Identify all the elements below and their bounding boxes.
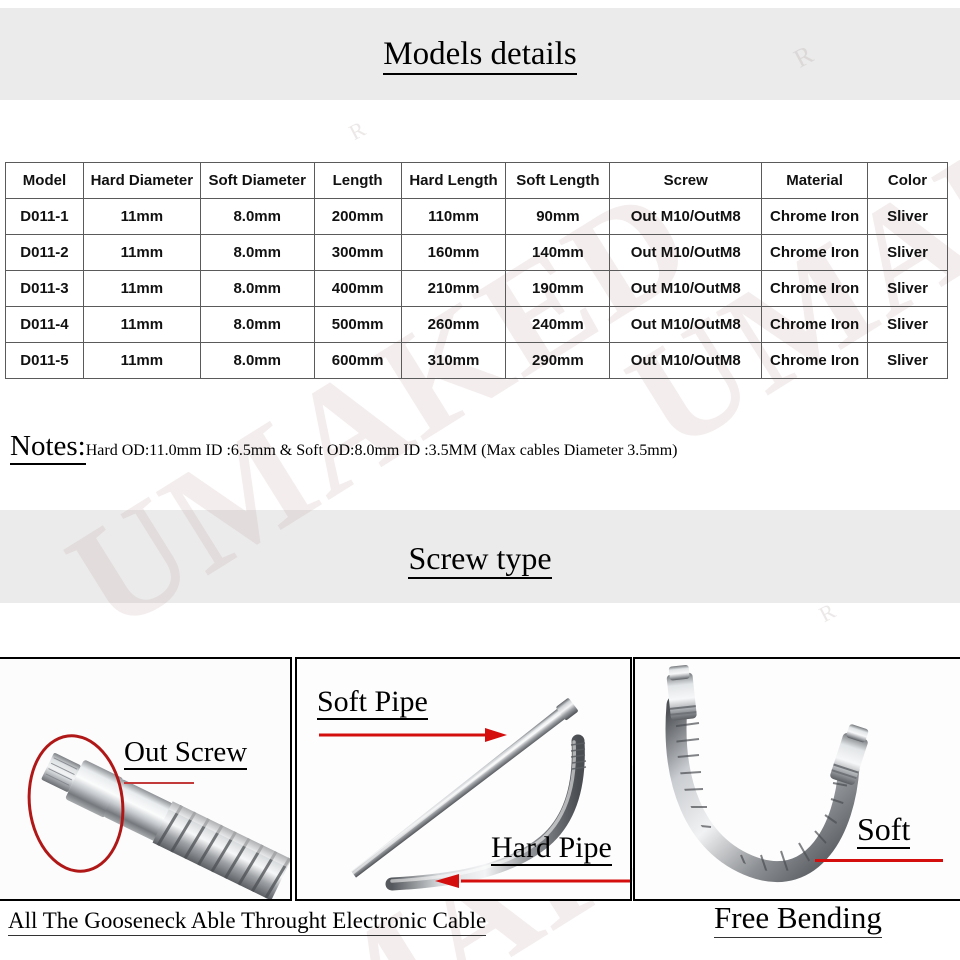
out-screw-annotation: Out Screw xyxy=(124,736,248,770)
column-header-length: Length xyxy=(313,162,402,199)
column-header-hard-length: Hard Length xyxy=(400,162,507,199)
gooseneck-illustration xyxy=(635,659,960,899)
hard-pipe-arrow-icon xyxy=(435,874,630,888)
column-header-model: Model xyxy=(5,162,84,199)
cell-screw: Out M10/OutM8 xyxy=(609,342,763,379)
cell-soft-length: 190mm xyxy=(505,270,611,307)
cell-soft-diameter: 8.0mm xyxy=(199,198,315,235)
column-header-hard-diameter: Hard Diameter xyxy=(82,162,201,199)
column-header-soft-length: Soft Length xyxy=(505,162,611,199)
page-title-screw-type: Screw type xyxy=(0,540,960,579)
soft-pipe-annotation: Soft Pipe xyxy=(317,685,428,720)
notes-text: Hard OD:11.0mm ID :6.5mm & Soft OD:8.0mm… xyxy=(85,442,678,459)
cell-soft-length: 290mm xyxy=(505,342,611,379)
cell-length: 300mm xyxy=(313,234,402,271)
cell-hard-diameter: 11mm xyxy=(82,234,201,271)
cell-material: Chrome Iron xyxy=(761,234,869,271)
photo-panel-pipes: Soft Pipe Hard Pipe xyxy=(295,657,632,901)
cell-material: Chrome Iron xyxy=(761,306,869,343)
column-header-material: Material xyxy=(761,162,869,199)
cell-screw: Out M10/OutM8 xyxy=(609,306,763,343)
photo-panel-out-screw: Out Screw xyxy=(0,657,292,901)
table-row: D011-4 11mm 8.0mm 500mm 260mm 240mm Out … xyxy=(5,306,948,343)
screw-type-title-text: Screw type xyxy=(408,540,552,579)
cell-length: 200mm xyxy=(313,198,402,235)
column-header-screw: Screw xyxy=(609,162,763,199)
table-header-row: Model Hard Diameter Soft Diameter Length… xyxy=(5,162,948,199)
product-spec-page: UMAKED UMAKED UMAKED R R R R Models deta… xyxy=(0,0,960,960)
photo-panel-soft-gooseneck: Soft xyxy=(633,657,960,901)
cell-model: D011-5 xyxy=(5,342,84,379)
hard-pipe-annotation: Hard Pipe xyxy=(491,831,612,866)
cell-screw: Out M10/OutM8 xyxy=(609,270,763,307)
cell-color: Sliver xyxy=(867,306,948,343)
soft-annotation: Soft xyxy=(857,811,911,849)
cell-model: D011-4 xyxy=(5,306,84,343)
cell-hard-length: 110mm xyxy=(400,198,507,235)
out-screw-pointer-line xyxy=(124,782,194,784)
cell-hard-length: 260mm xyxy=(400,306,507,343)
free-bending-caption-text: Free Bending xyxy=(714,900,882,938)
notes-label: Notes: xyxy=(10,430,86,465)
cell-soft-diameter: 8.0mm xyxy=(199,306,315,343)
column-header-soft-diameter: Soft Diameter xyxy=(199,162,315,199)
cell-color: Sliver xyxy=(867,342,948,379)
soft-annotation-text: Soft xyxy=(857,811,911,849)
hard-pipe-annotation-text: Hard Pipe xyxy=(491,831,612,866)
cell-hard-diameter: 11mm xyxy=(82,198,201,235)
table-row: D011-2 11mm 8.0mm 300mm 160mm 140mm Out … xyxy=(5,234,948,271)
cell-hard-length: 210mm xyxy=(400,270,507,307)
cell-model: D011-3 xyxy=(5,270,84,307)
soft-gooseneck-photo xyxy=(635,659,960,899)
cell-hard-length: 160mm xyxy=(400,234,507,271)
soft-pointer-line xyxy=(815,859,943,862)
gooseneck-caption-text: All The Gooseneck Able Throught Electron… xyxy=(8,908,487,936)
table-row: D011-5 11mm 8.0mm 600mm 310mm 290mm Out … xyxy=(5,342,948,379)
cell-soft-length: 90mm xyxy=(505,198,611,235)
cell-length: 500mm xyxy=(313,306,402,343)
cell-soft-diameter: 8.0mm xyxy=(199,234,315,271)
cell-length: 400mm xyxy=(313,270,402,307)
cell-material: Chrome Iron xyxy=(761,270,869,307)
cell-hard-diameter: 11mm xyxy=(82,342,201,379)
cell-screw: Out M10/OutM8 xyxy=(609,234,763,271)
page-title-models-details: Models details xyxy=(0,36,960,75)
cell-soft-length: 140mm xyxy=(505,234,611,271)
cell-hard-diameter: 11mm xyxy=(82,270,201,307)
cell-material: Chrome Iron xyxy=(761,342,869,379)
cell-screw: Out M10/OutM8 xyxy=(609,198,763,235)
column-header-color: Color xyxy=(867,162,948,199)
cell-color: Sliver xyxy=(867,198,948,235)
cell-color: Sliver xyxy=(867,270,948,307)
spec-table: Model Hard Diameter Soft Diameter Length… xyxy=(5,162,948,379)
cell-hard-diameter: 11mm xyxy=(82,306,201,343)
cell-color: Sliver xyxy=(867,234,948,271)
free-bending-caption: Free Bending xyxy=(714,900,882,938)
soft-pipe-annotation-text: Soft Pipe xyxy=(317,685,428,720)
soft-pipe-arrow-icon xyxy=(319,728,507,742)
cell-length: 600mm xyxy=(313,342,402,379)
cell-soft-length: 240mm xyxy=(505,306,611,343)
table-row: D011-3 11mm 8.0mm 400mm 210mm 190mm Out … xyxy=(5,270,948,307)
cell-hard-length: 310mm xyxy=(400,342,507,379)
models-details-title-text: Models details xyxy=(383,36,577,75)
watermark-registered-mark: R xyxy=(344,116,370,146)
cell-soft-diameter: 8.0mm xyxy=(199,342,315,379)
cell-model: D011-2 xyxy=(5,234,84,271)
cell-material: Chrome Iron xyxy=(761,198,869,235)
out-screw-annotation-text: Out Screw xyxy=(124,736,248,770)
gooseneck-caption: All The Gooseneck Able Throught Electron… xyxy=(8,908,487,936)
cell-model: D011-1 xyxy=(5,198,84,235)
table-row: D011-1 11mm 8.0mm 200mm 110mm 90mm Out M… xyxy=(5,198,948,235)
cell-soft-diameter: 8.0mm xyxy=(199,270,315,307)
notes-line: Notes:Hard OD:11.0mm ID :6.5mm & Soft OD… xyxy=(10,430,678,465)
